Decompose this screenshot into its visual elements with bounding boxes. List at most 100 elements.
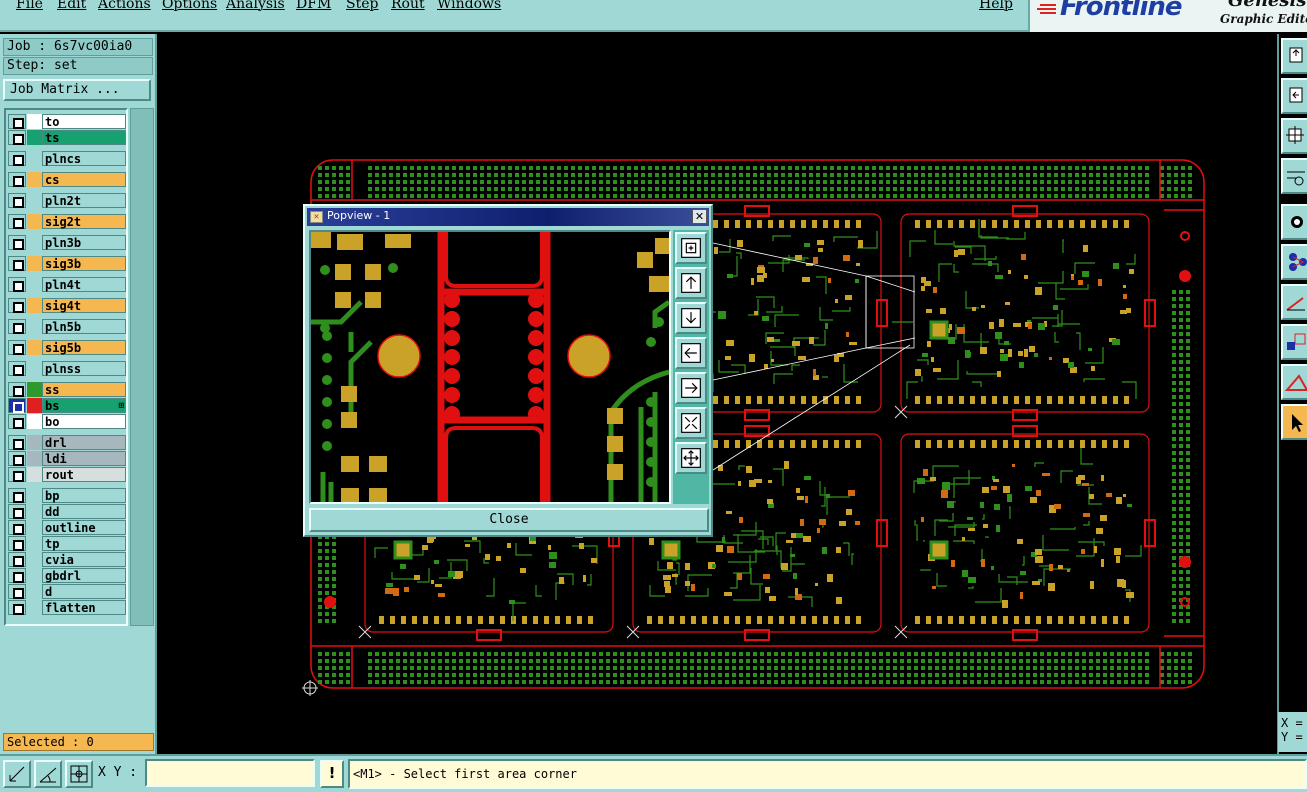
menu-help[interactable]: Help — [979, 0, 1013, 12]
layer-name[interactable]: sig4t — [42, 298, 126, 313]
layer-color-swatch[interactable] — [27, 319, 42, 334]
layer-color-swatch[interactable] — [27, 414, 42, 429]
layer-color-swatch[interactable] — [27, 172, 42, 187]
layer-name[interactable]: cs — [42, 172, 126, 187]
layer-name[interactable]: ts — [42, 130, 126, 145]
layer-row-outline[interactable]: outline — [8, 520, 126, 535]
layer-affected-checkbox[interactable] — [8, 584, 26, 599]
layer-affected-checkbox[interactable] — [8, 235, 26, 250]
layer-affected-checkbox[interactable] — [8, 172, 26, 187]
menu-edit[interactable]: Edit — [57, 0, 86, 12]
layer-row-ts[interactable]: ts — [8, 130, 126, 145]
menu-analysis[interactable]: Analysis — [226, 0, 285, 12]
layer-name[interactable]: pln4t — [42, 277, 126, 292]
net-select-icon[interactable] — [1281, 244, 1307, 280]
layer-color-swatch[interactable] — [27, 467, 42, 482]
layer-name[interactable]: pln2t — [42, 193, 126, 208]
layer-affected-checkbox[interactable] — [8, 568, 26, 583]
layer-name[interactable]: rout — [42, 467, 126, 482]
layer-row-sig5b[interactable]: sig5b — [8, 340, 126, 355]
layer-row-sig2t[interactable]: sig2t — [8, 214, 126, 229]
zoom-left-icon[interactable] — [1281, 78, 1307, 114]
layer-row-plnss[interactable]: plnss — [8, 361, 126, 376]
menu-rout[interactable]: Rout — [391, 0, 425, 12]
pad-select-icon[interactable] — [1281, 204, 1307, 240]
popview-titlebar[interactable]: ✕ Popview - 1 ✕ — [307, 208, 709, 226]
layer-color-swatch[interactable] — [27, 340, 42, 355]
warning-button[interactable]: ! — [320, 760, 344, 788]
layer-list-scrollbar[interactable] — [130, 108, 154, 626]
layer-name[interactable]: ldi — [42, 451, 126, 466]
layer-name[interactable]: dd — [42, 504, 126, 519]
layer-name[interactable]: tp — [42, 536, 126, 551]
layer-name[interactable]: pln5b — [42, 319, 126, 334]
layer-row-sig4t[interactable]: sig4t — [8, 298, 126, 313]
layer-name[interactable]: to — [42, 114, 126, 129]
job-matrix-button[interactable]: Job Matrix ... — [3, 79, 151, 101]
layer-color-swatch[interactable] — [27, 504, 42, 519]
menu-options[interactable]: Options — [162, 0, 217, 12]
menu-windows[interactable]: Windows — [437, 0, 501, 12]
layer-name[interactable]: sig5b — [42, 340, 126, 355]
menu-file[interactable]: File — [16, 0, 43, 12]
layer-affected-checkbox[interactable] — [8, 552, 26, 567]
measure-icon[interactable] — [1281, 158, 1307, 194]
layer-row-cvia[interactable]: cvia — [8, 552, 126, 567]
layer-row-ss[interactable]: ss — [8, 382, 126, 397]
layer-color-swatch[interactable] — [27, 361, 42, 376]
snap-grid-icon[interactable] — [65, 760, 93, 788]
layer-color-swatch[interactable] — [27, 277, 42, 292]
layer-color-swatch[interactable] — [27, 256, 42, 271]
layer-row-bo[interactable]: bo — [8, 414, 126, 429]
close-icon[interactable]: ✕ — [692, 209, 707, 224]
layer-affected-checkbox[interactable] — [8, 600, 26, 615]
layer-row-pln2t[interactable]: pln2t — [8, 193, 126, 208]
layer-row-ldi[interactable]: ldi — [8, 451, 126, 466]
layer-name[interactable]: flatten — [42, 600, 126, 615]
layer-color-swatch[interactable] — [27, 451, 42, 466]
layer-affected-checkbox[interactable] — [8, 398, 26, 413]
layer-color-swatch[interactable] — [27, 584, 42, 599]
layer-affected-checkbox[interactable] — [8, 298, 26, 313]
layer-affected-checkbox[interactable] — [8, 488, 26, 503]
menu-actions[interactable]: Actions — [98, 0, 151, 12]
layer-name[interactable]: bs — [42, 398, 126, 413]
layer-name[interactable]: cvia — [42, 552, 126, 567]
layer-row-tp[interactable]: tp — [8, 536, 126, 551]
layer-name[interactable]: sig2t — [42, 214, 126, 229]
layer-affected-checkbox[interactable] — [8, 214, 26, 229]
popview-window[interactable]: ✕ Popview - 1 ✕ Close — [303, 204, 713, 537]
layer-row-pln4t[interactable]: pln4t — [8, 277, 126, 292]
layer-color-swatch[interactable] — [27, 600, 42, 615]
layer-row-bs[interactable]: bs — [8, 398, 126, 413]
layer-name[interactable]: outline — [42, 520, 126, 535]
layer-color-swatch[interactable] — [27, 235, 42, 250]
pan-left-icon[interactable] — [675, 337, 707, 369]
layer-row-flatten[interactable]: flatten — [8, 600, 126, 615]
layer-color-swatch[interactable] — [27, 536, 42, 551]
layer-name[interactable]: d — [42, 584, 126, 599]
pointer-icon[interactable] — [1281, 404, 1307, 440]
snap-diagonal-icon[interactable] — [3, 760, 31, 788]
pan-down-icon[interactable] — [675, 302, 707, 334]
layer-affected-checkbox[interactable] — [8, 193, 26, 208]
popview-close-button[interactable]: Close — [309, 508, 709, 532]
popview-zoom-view[interactable] — [309, 230, 671, 504]
layer-row-rout[interactable]: rout — [8, 467, 126, 482]
layer-affected-checkbox[interactable] — [8, 382, 26, 397]
layer-affected-checkbox[interactable] — [8, 130, 26, 145]
layer-affected-checkbox[interactable] — [8, 256, 26, 271]
zoom-out-icon[interactable] — [675, 407, 707, 439]
layer-color-swatch[interactable] — [27, 382, 42, 397]
highlight-icon[interactable] — [1281, 364, 1307, 400]
layer-color-swatch[interactable] — [27, 193, 42, 208]
layer-affected-checkbox[interactable] — [8, 467, 26, 482]
layer-row-pln5b[interactable]: pln5b — [8, 319, 126, 334]
layer-color-swatch[interactable] — [27, 151, 42, 166]
layer-color-swatch[interactable] — [27, 114, 42, 129]
layer-row-to[interactable]: to — [8, 114, 126, 129]
fit-view-icon[interactable] — [675, 442, 707, 474]
layer-affected-checkbox[interactable] — [8, 520, 26, 535]
layer-affected-checkbox[interactable] — [8, 536, 26, 551]
menu-dfm[interactable]: DFM — [296, 0, 331, 12]
